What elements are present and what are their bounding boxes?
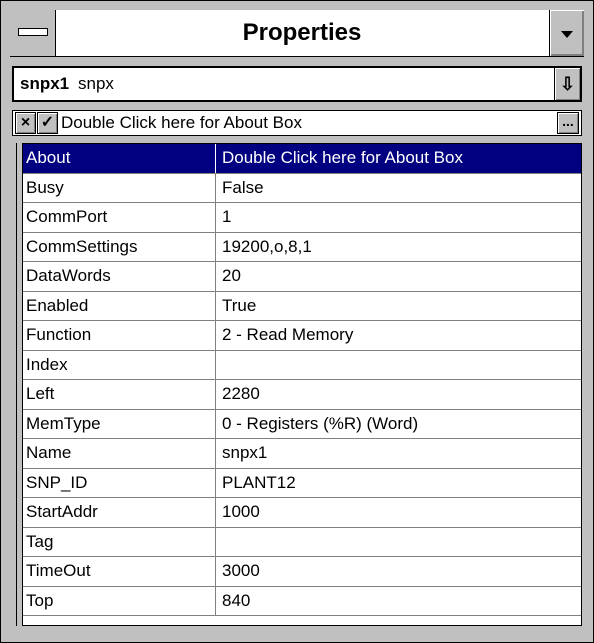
property-row[interactable]: Function 2 - Read Memory (23, 321, 581, 351)
property-value[interactable]: 1 (217, 203, 581, 232)
property-name[interactable]: About (23, 144, 216, 173)
property-name[interactable]: DataWords (23, 262, 216, 291)
property-name[interactable]: Enabled (23, 291, 216, 320)
property-name[interactable]: Busy (23, 173, 216, 202)
property-row[interactable]: MemType 0 - Registers (%R) (Word) (23, 409, 581, 439)
property-value[interactable]: Double Click here for About Box (217, 144, 581, 173)
property-value[interactable]: 2 - Read Memory (217, 321, 581, 350)
confirm-edit-button[interactable]: ✓ (37, 112, 58, 134)
property-name[interactable]: Name (23, 439, 216, 468)
property-grid: About Double Click here for About Box Busy… (22, 143, 582, 626)
property-row[interactable]: CommPort 1 (23, 203, 581, 233)
property-name[interactable]: CommPort (23, 203, 216, 232)
property-row[interactable]: Name snpx1 (23, 439, 581, 469)
property-value[interactable]: 3000 (217, 557, 581, 586)
window-title: Properties (242, 19, 362, 46)
property-row[interactable]: Enabled True (23, 291, 581, 321)
property-name[interactable]: Index (23, 350, 216, 379)
ellipsis-button[interactable]: ... (557, 112, 579, 134)
property-row[interactable]: Busy False (23, 173, 581, 203)
property-value[interactable]: PLANT12 (217, 469, 581, 498)
property-name[interactable]: MemType (23, 409, 216, 438)
grid-left-border (16, 143, 17, 626)
property-row[interactable]: DataWords 20 (23, 262, 581, 292)
property-name[interactable]: Tag (23, 527, 216, 556)
property-value[interactable]: 840 (217, 587, 581, 616)
property-row[interactable]: Top 840 (23, 586, 581, 616)
property-row[interactable]: StartAddr 1000 (23, 498, 581, 528)
property-value[interactable] (217, 351, 581, 380)
property-row[interactable]: About Double Click here for About Box (23, 144, 581, 174)
title-bar[interactable]: Properties (10, 10, 584, 57)
property-name[interactable]: TimeOut (23, 557, 216, 586)
property-row[interactable]: CommSettings 19200,o,8,1 (23, 232, 581, 262)
property-row[interactable]: Left 2280 (23, 380, 581, 410)
property-row[interactable]: SNP_ID PLANT12 (23, 468, 581, 498)
property-value[interactable] (217, 528, 581, 557)
property-edit-bar: × ✓ Double Click here for About Box ... (12, 110, 582, 136)
system-menu-bar-icon (18, 28, 48, 36)
property-value[interactable]: 0 - Registers (%R) (Word) (217, 410, 581, 439)
property-value[interactable]: 2280 (217, 380, 581, 409)
minimize-button[interactable] (549, 10, 584, 56)
down-triangle-icon (561, 31, 573, 38)
property-name[interactable]: CommSettings (23, 232, 216, 261)
property-name[interactable]: Function (23, 321, 216, 350)
property-name[interactable]: Top (23, 586, 216, 615)
property-row[interactable]: TimeOut 3000 (23, 557, 581, 587)
property-name[interactable]: StartAddr (23, 498, 216, 527)
property-row[interactable]: Tag (23, 527, 581, 557)
object-selector-combo[interactable]: snpx1 snpx ⇩ (12, 66, 582, 102)
object-type: snpx (78, 74, 114, 93)
property-value[interactable]: True (217, 292, 581, 321)
dropdown-arrow-icon[interactable]: ⇩ (554, 68, 580, 100)
property-value[interactable]: 19200,o,8,1 (217, 233, 581, 262)
property-name[interactable]: SNP_ID (23, 468, 216, 497)
property-name[interactable]: Left (23, 380, 216, 409)
system-menu-button[interactable] (10, 10, 56, 56)
cancel-edit-button[interactable]: × (15, 112, 36, 134)
property-row[interactable]: Index (23, 350, 581, 380)
property-value[interactable]: 20 (217, 262, 581, 291)
property-value[interactable]: snpx1 (217, 439, 581, 468)
property-value[interactable]: False (217, 174, 581, 203)
property-value[interactable]: 1000 (217, 498, 581, 527)
object-name: snpx1 (20, 74, 70, 93)
property-value-input[interactable]: Double Click here for About Box (61, 111, 302, 135)
